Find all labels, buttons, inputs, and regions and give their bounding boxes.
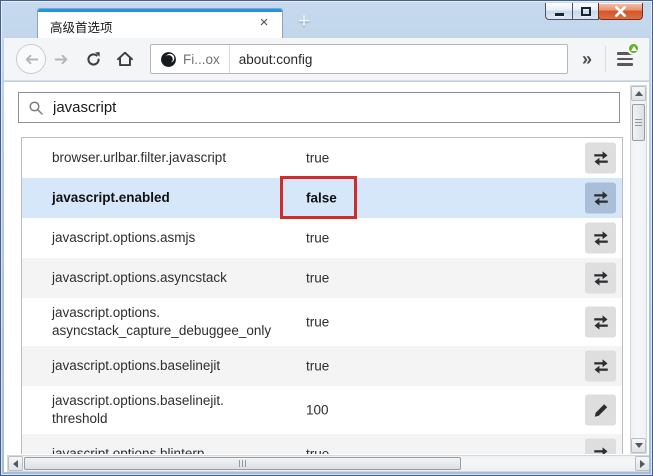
vertical-scrollbar-thumb[interactable]: [632, 104, 645, 141]
toggle-icon: [592, 313, 610, 331]
new-tab-button[interactable]: +: [291, 10, 317, 36]
browser-window: 高级首选项 × +: [0, 0, 653, 476]
minimize-button[interactable]: [545, 3, 573, 20]
horizontal-scrollbar[interactable]: [7, 455, 649, 472]
toggle-button[interactable]: [585, 351, 616, 382]
pref-row[interactable]: javascript.options.blinterp true: [22, 434, 622, 454]
pref-value: true: [306, 231, 329, 246]
pref-name: javascript.enabled: [52, 178, 304, 218]
active-tab-accent-stripe: [38, 9, 282, 12]
scroll-left-button[interactable]: [8, 456, 23, 471]
url-bar[interactable]: Fi...ox about:config: [150, 44, 568, 74]
toggle-button[interactable]: [585, 183, 616, 214]
pref-row[interactable]: javascript.options.asyncstack true: [22, 258, 622, 298]
pref-name: javascript.options.asyncstack: [52, 258, 304, 298]
toggle-icon: [592, 149, 610, 167]
pref-value: true: [306, 359, 329, 374]
minimize-icon: [555, 13, 564, 16]
pref-name: javascript.options.asmjs: [52, 218, 304, 258]
toggle-button[interactable]: [585, 223, 616, 254]
home-button[interactable]: [112, 46, 138, 72]
navigation-toolbar: Fi...ox about:config »: [4, 37, 649, 81]
toggle-button[interactable]: [585, 439, 616, 455]
pref-name: javascript.options. asyncstack_capture_d…: [52, 298, 304, 346]
tab-title: 高级首选项: [50, 17, 113, 36]
pref-value: true: [306, 271, 329, 286]
back-arrow-icon: [23, 51, 40, 68]
scroll-right-button[interactable]: [635, 456, 649, 471]
arrow-down-icon: [635, 443, 643, 448]
pref-row[interactable]: javascript.options. asyncstack_capture_d…: [22, 298, 622, 346]
horizontal-scrollbar-thumb[interactable]: [24, 457, 461, 470]
pref-value: false: [306, 191, 337, 206]
forward-arrow-icon: [53, 51, 70, 68]
pref-name: javascript.options.baselinejit: [52, 346, 304, 386]
window-controls: [546, 3, 643, 20]
pref-value: true: [306, 151, 329, 166]
reload-button[interactable]: [80, 46, 106, 72]
pref-value: true: [306, 315, 329, 330]
toggle-button[interactable]: [585, 143, 616, 174]
restore-button[interactable]: [572, 3, 599, 20]
toggle-icon: [592, 357, 610, 375]
search-icon: [28, 100, 44, 116]
pref-row[interactable]: javascript.options.baselinejit true: [22, 346, 622, 386]
arrow-up-icon: [635, 91, 643, 96]
pref-name: javascript.options.blinterp: [52, 434, 304, 454]
titlebar[interactable]: 高级首选项 × +: [1, 1, 652, 37]
forward-button[interactable]: [48, 46, 74, 72]
edit-pencil-icon: [593, 402, 609, 418]
toolbar-separator: [605, 46, 606, 72]
scroll-down-button[interactable]: [631, 438, 646, 453]
back-button[interactable]: [16, 44, 46, 74]
edit-button[interactable]: [585, 395, 616, 426]
pref-row[interactable]: javascript.options.asmjs true: [22, 218, 622, 258]
pref-name: browser.urlbar.filter.javascript: [52, 138, 304, 178]
menu-button[interactable]: [609, 44, 641, 74]
toggle-icon: [592, 189, 610, 207]
toggle-icon: [592, 229, 610, 247]
search-input[interactable]: [53, 99, 619, 116]
identity-label: Fi...ox: [183, 52, 220, 67]
update-available-badge-icon: [627, 42, 640, 55]
tab-close-icon[interactable]: ×: [254, 13, 274, 33]
arrow-left-icon: [13, 460, 18, 468]
reload-icon: [85, 51, 102, 68]
pref-value: true: [306, 447, 329, 455]
close-icon: [615, 6, 626, 17]
preference-list: browser.urlbar.filter.javascript true ja…: [21, 137, 623, 454]
pref-value: 100: [306, 403, 329, 418]
config-search-box[interactable]: [18, 92, 620, 123]
pref-row[interactable]: javascript.options.baselinejit. threshol…: [22, 386, 622, 434]
toggle-button[interactable]: [585, 307, 616, 338]
arrow-right-icon: [640, 460, 645, 468]
vertical-scrollbar[interactable]: [630, 85, 647, 454]
restore-icon: [581, 7, 591, 16]
tab-about-config[interactable]: 高级首选项 ×: [37, 8, 283, 38]
toggle-icon: [592, 445, 610, 454]
url-text[interactable]: about:config: [230, 52, 313, 67]
about-config-page: browser.urlbar.filter.javascript true ja…: [4, 82, 649, 472]
site-identity-box[interactable]: Fi...ox: [151, 45, 230, 73]
pref-name: javascript.options.baselinejit. threshol…: [52, 386, 304, 434]
toggle-icon: [592, 269, 610, 287]
home-icon: [116, 50, 134, 68]
close-button[interactable]: [598, 3, 643, 20]
pref-row[interactable]: javascript.enabled false: [22, 178, 622, 218]
firefox-logo-icon: [160, 51, 177, 68]
scroll-up-button[interactable]: [631, 86, 646, 101]
pref-row[interactable]: browser.urlbar.filter.javascript true: [22, 138, 622, 178]
overflow-button[interactable]: »: [572, 44, 602, 74]
toggle-button[interactable]: [585, 263, 616, 294]
